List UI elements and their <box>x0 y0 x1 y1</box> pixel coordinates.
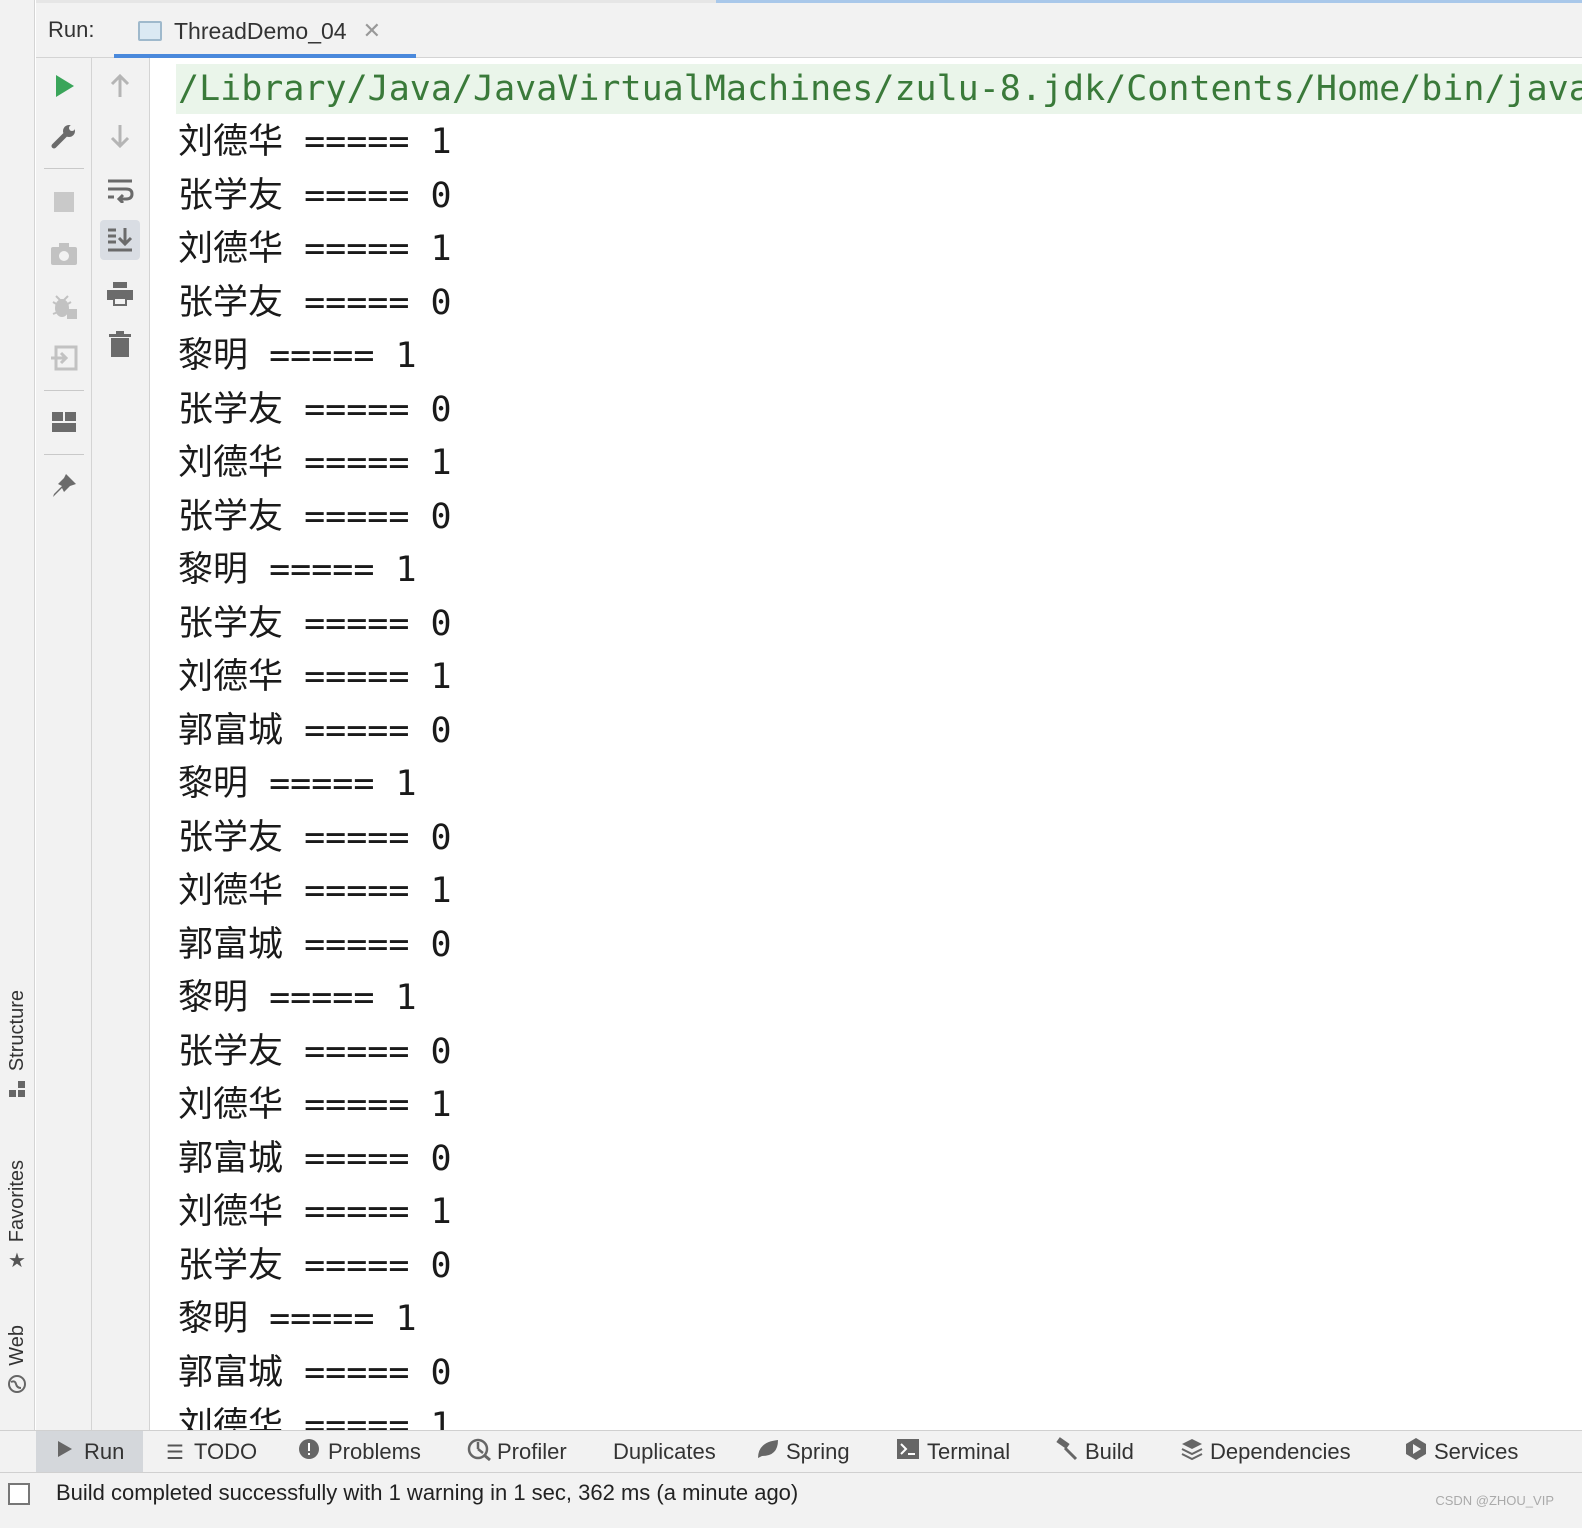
up-arrow-icon[interactable] <box>100 66 140 106</box>
bottom-tab-terminal[interactable]: Terminal <box>897 1431 1010 1473</box>
bottom-tab-dependencies[interactable]: Dependencies <box>1180 1431 1351 1473</box>
warning-icon <box>298 1438 320 1466</box>
output-lines: 刘德华 ===== 1 张学友 ===== 0 刘德华 ===== 1 张学友 ===… <box>178 116 452 1430</box>
console-tab-icon <box>138 21 162 41</box>
bottom-tab-todo[interactable]: ☰ TODO <box>164 1431 257 1473</box>
run-toolbar-right <box>92 58 150 1430</box>
status-bar: Build completed successfully with 1 warn… <box>0 1472 1582 1528</box>
services-icon <box>1404 1437 1426 1467</box>
editor-scroll-track <box>36 0 1582 3</box>
console-line: 张学友 ===== 0 <box>178 1031 452 1072</box>
console-line: 张学友 ===== 0 <box>178 389 452 430</box>
bottom-tab-problems[interactable]: Problems <box>298 1431 421 1473</box>
structure-icon <box>7 1079 27 1102</box>
layout-icon[interactable] <box>44 402 84 442</box>
console-line: 黎明 ===== 1 <box>178 550 417 590</box>
debug-icon[interactable] <box>44 286 84 326</box>
bottom-tab-run[interactable]: Run <box>36 1431 143 1473</box>
build-status-text[interactable]: Build completed successfully with 1 warn… <box>56 1480 798 1506</box>
bottom-tab-label: TODO <box>194 1439 258 1464</box>
side-tab-web[interactable]: Web <box>2 1325 32 1397</box>
console-line: 张学友 ===== 0 <box>178 603 452 644</box>
watermark: CSDN @ZHOU_VIP <box>1435 1493 1554 1508</box>
wrench-icon[interactable] <box>44 116 84 156</box>
console-line: 黎明 ===== 1 <box>178 336 417 376</box>
bottom-tool-bar: Run ☰ TODO Problems Profiler Duplicates … <box>0 1430 1582 1473</box>
soft-wrap-icon[interactable] <box>100 170 140 210</box>
scroll-to-end-icon[interactable] <box>100 220 140 260</box>
pin-icon[interactable] <box>44 466 84 506</box>
console-line: 刘德华 ===== 1 <box>178 122 452 162</box>
console-line: 郭富城 ===== 0 <box>178 1352 452 1393</box>
run-label: Run: <box>48 17 95 42</box>
side-tab-structure[interactable]: Structure <box>2 990 32 1102</box>
console-line: 刘德华 ===== 1 <box>178 443 452 483</box>
rerun-icon[interactable] <box>44 66 84 106</box>
run-header-bar: Run: ThreadDemo_04 ✕ <box>36 0 1582 58</box>
side-tab-label: Favorites <box>5 1160 28 1243</box>
stop-icon[interactable] <box>44 182 84 222</box>
print-icon[interactable] <box>100 274 140 314</box>
bottom-tab-label: Terminal <box>927 1439 1011 1464</box>
camera-icon[interactable] <box>44 234 84 274</box>
globe-icon <box>7 1374 27 1397</box>
hammer-icon <box>1055 1437 1078 1467</box>
console-line: 张学友 ===== 0 <box>178 175 452 216</box>
console-line: 刘德华 ===== 1 <box>178 1192 452 1232</box>
trash-icon[interactable] <box>100 324 140 364</box>
bottom-tab-label: Spring <box>786 1439 850 1464</box>
run-toolbar-left <box>36 58 92 1430</box>
side-tab-label: Structure <box>5 990 28 1072</box>
bottom-tab-services[interactable]: Services <box>1404 1431 1518 1473</box>
console-line: 黎明 ===== 1 <box>178 978 417 1018</box>
star-icon: ★ <box>8 1248 26 1273</box>
list-icon: ☰ <box>166 1441 184 1464</box>
console-line: 刘德华 ===== 1 <box>178 229 452 269</box>
bottom-tab-label: Profiler <box>497 1439 567 1464</box>
java-command-line[interactable]: /Library/Java/JavaVirtualMachines/zulu-8… <box>176 64 1582 114</box>
console-line: 黎明 ===== 1 <box>178 764 417 804</box>
spring-leaf-icon <box>756 1438 778 1466</box>
side-tab-favorites[interactable]: Favorites ★ <box>2 1160 32 1270</box>
run-icon <box>54 1439 76 1465</box>
bottom-tab-duplicates[interactable]: Duplicates <box>613 1431 716 1473</box>
bottom-tab-label: Dependencies <box>1210 1439 1351 1464</box>
console-line: 张学友 ===== 0 <box>178 817 452 858</box>
console-line: 郭富城 ===== 0 <box>178 924 452 965</box>
console-line: 刘德华 ===== 1 <box>178 657 452 697</box>
console-line: 张学友 ===== 0 <box>178 1245 452 1286</box>
exit-icon[interactable] <box>44 338 84 378</box>
layers-icon <box>1180 1437 1203 1467</box>
left-tool-stripe: Structure Favorites ★ Web <box>0 0 35 1430</box>
console-line: 张学友 ===== 0 <box>178 282 452 323</box>
console-line: 黎明 ===== 1 <box>178 1299 417 1339</box>
close-icon[interactable]: ✕ <box>363 19 381 44</box>
console-line: 刘德华 ===== 1 <box>178 1406 452 1430</box>
side-tab-label: Web <box>5 1325 28 1366</box>
console-line: 刘德华 ===== 1 <box>178 1085 452 1125</box>
run-config-tab[interactable]: ThreadDemo_04 ✕ <box>114 8 416 58</box>
profiler-icon <box>467 1437 491 1467</box>
bottom-tab-profiler[interactable]: Profiler <box>467 1431 567 1473</box>
console-line: 郭富城 ===== 0 <box>178 710 452 751</box>
bottom-tab-label: Build <box>1085 1439 1134 1464</box>
tool-windows-toggle-icon[interactable] <box>8 1483 30 1505</box>
bottom-tab-label: Problems <box>328 1439 421 1464</box>
bottom-tab-label: Duplicates <box>613 1439 716 1464</box>
down-arrow-icon[interactable] <box>100 116 140 156</box>
bottom-tab-label: Services <box>1434 1439 1519 1464</box>
terminal-icon <box>897 1439 919 1465</box>
console-line: 张学友 ===== 0 <box>178 496 452 537</box>
console-line: 郭富城 ===== 0 <box>178 1138 452 1179</box>
bottom-tab-label: Run <box>84 1439 125 1464</box>
console-line: 刘德华 ===== 1 <box>178 871 452 911</box>
console-output[interactable]: /Library/Java/JavaVirtualMachines/zulu-8… <box>150 58 1582 1430</box>
bottom-tab-build[interactable]: Build <box>1055 1431 1134 1473</box>
run-tab-label: ThreadDemo_04 <box>174 17 347 44</box>
bottom-tab-spring[interactable]: Spring <box>756 1431 850 1473</box>
